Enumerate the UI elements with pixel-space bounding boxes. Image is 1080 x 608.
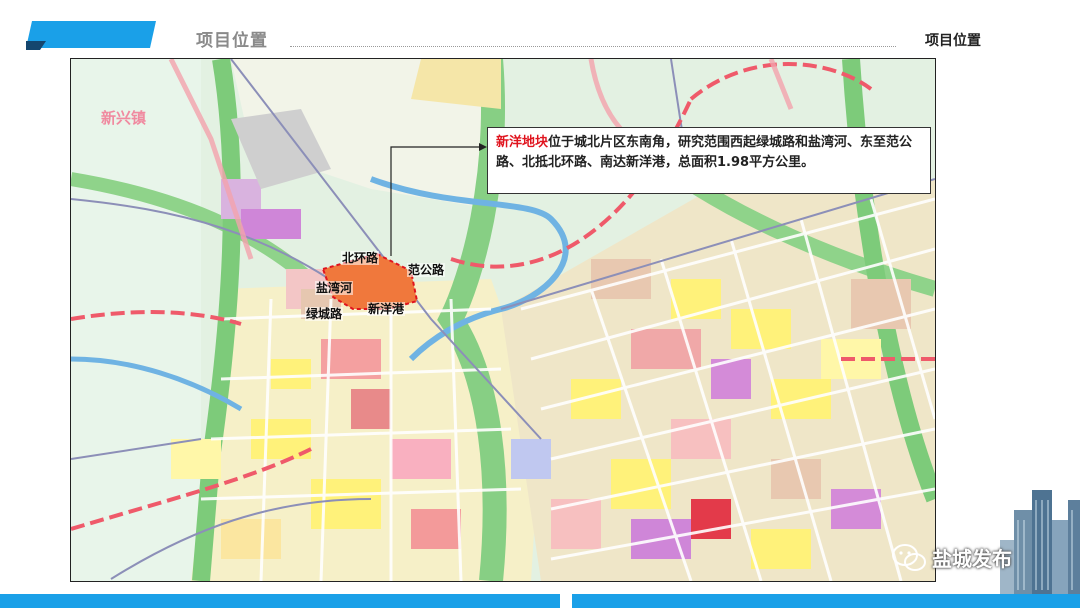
river-label-west: 盐湾河 (315, 281, 354, 295)
footer-gap (560, 594, 572, 608)
footer-bar (0, 594, 1080, 608)
road-label-west: 绿城路 (305, 307, 344, 321)
site-description-callout: 新洋地块位于城北片区东南角，研究范围西起绿城路和盐湾河、东至范公路、北抵北环路、… (487, 127, 931, 194)
city-skyline-image (1000, 490, 1080, 594)
road-label-north: 北环路 (341, 251, 380, 265)
watermark-text: 盐城发布 (932, 547, 1012, 571)
wechat-icon (892, 543, 926, 571)
watermark: 盐城发布 (892, 543, 1012, 572)
river-label-south: 新洋港 (367, 302, 406, 316)
location-map: 新兴镇 新洋地块位于城北片区东南角，研究范围西起绿城路和盐湾河、东至范公路、北抵… (70, 58, 936, 582)
site-name: 新洋地块 (496, 135, 549, 150)
header-divider (290, 46, 896, 47)
town-label-xinxing: 新兴镇 (101, 109, 147, 127)
page-title: 项目位置 (196, 31, 268, 51)
site-description: 位于城北片区东南角，研究范围西起绿城路和盐湾河、东至范公路、北抵北环路、南达新洋… (496, 135, 913, 170)
header-accent-bar (26, 21, 156, 50)
header-right-label: 项目位置 (925, 33, 981, 49)
road-label-east: 范公路 (407, 263, 446, 277)
